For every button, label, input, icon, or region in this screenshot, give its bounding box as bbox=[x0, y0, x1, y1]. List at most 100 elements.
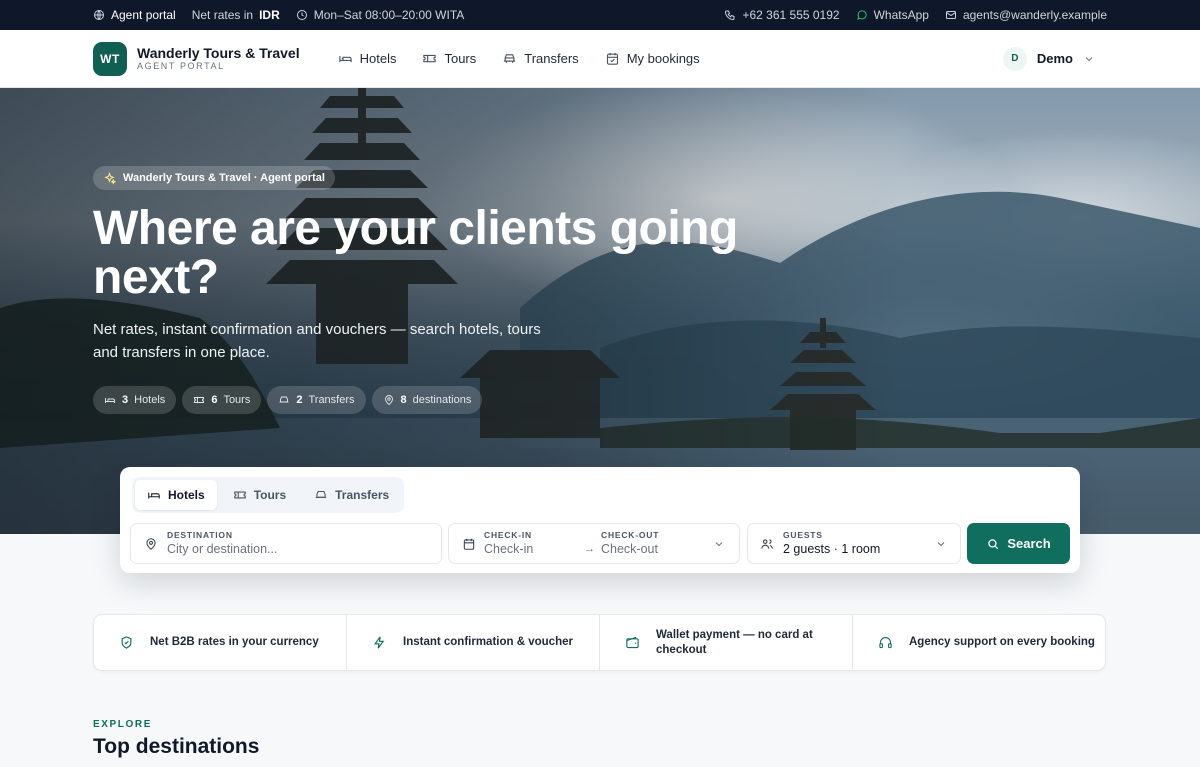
map-pin-icon bbox=[146, 537, 156, 550]
search-button[interactable]: Search bbox=[967, 523, 1070, 564]
phone-icon bbox=[725, 10, 735, 21]
hero-lead: Net rates, instant confirmation and vouc… bbox=[93, 321, 541, 361]
hero-pill-badge: Wanderly Tours & Travel · Agent portal bbox=[93, 166, 335, 190]
headset-icon bbox=[879, 637, 892, 649]
nav-transfers[interactable]: Transfers bbox=[502, 51, 579, 66]
feature-instant-confirmation: Instant confirmation & voucher bbox=[347, 615, 600, 670]
mail-icon bbox=[945, 11, 956, 19]
email-link[interactable]: agents@wanderly.example bbox=[945, 8, 1107, 22]
section-title: Top destinations bbox=[93, 735, 260, 758]
checkin-input[interactable]: Check-in bbox=[484, 541, 584, 557]
stat-label: Hotels bbox=[134, 394, 166, 406]
nav-my-bookings[interactable]: My bookings bbox=[605, 51, 700, 66]
stat-label: Tours bbox=[223, 394, 251, 406]
users-icon bbox=[761, 538, 773, 549]
brand-block[interactable]: Wanderly Tours & Travel AGENT PORTAL bbox=[137, 45, 300, 72]
destination-input[interactable]: City or destination... bbox=[167, 541, 277, 557]
feature-label: Wallet payment — no card at checkout bbox=[656, 628, 813, 656]
stat-count: 2 bbox=[296, 394, 303, 406]
nav-label: Hotels bbox=[359, 51, 397, 66]
feature-label: Agency support on every booking bbox=[909, 636, 1095, 648]
bed-icon bbox=[338, 56, 352, 63]
agent-portal-indicator: Agent portal bbox=[93, 8, 176, 22]
feature-label: Net B2B rates in your currency bbox=[150, 636, 319, 648]
feature-label: Instant confirmation & voucher bbox=[403, 636, 573, 648]
chevron-down-icon bbox=[715, 541, 723, 546]
tab-label: Tours bbox=[253, 488, 287, 502]
shield-check-icon bbox=[121, 636, 132, 649]
clock-icon bbox=[296, 10, 307, 20]
brand-subtitle: AGENT PORTAL bbox=[137, 61, 225, 71]
phone-text: +62 361 555 0192 bbox=[742, 8, 840, 22]
guests-label: GUESTS bbox=[783, 530, 823, 540]
whatsapp-link[interactable]: WhatsApp bbox=[856, 8, 929, 22]
date-range-field[interactable]: CHECK-IN Check-in → CHECK-OUT Check-out bbox=[448, 523, 740, 564]
stat-count: 3 bbox=[122, 394, 129, 406]
nav-label: My bookings bbox=[626, 51, 700, 66]
checkout-input[interactable]: Check-out bbox=[601, 541, 659, 557]
nav-hotels[interactable]: Hotels bbox=[338, 51, 397, 66]
hours-text: Mon–Sat 08:00–20:00 WITA bbox=[313, 8, 465, 22]
search-tabs: Hotels Tours Transfers bbox=[132, 477, 405, 513]
user-name: Demo bbox=[1036, 51, 1073, 66]
destination-field[interactable]: DESTINATION City or destination... bbox=[130, 523, 442, 564]
bed-icon bbox=[105, 398, 115, 403]
ticket-icon bbox=[233, 491, 246, 499]
car-icon bbox=[315, 490, 327, 498]
stat-label: Transfers bbox=[308, 394, 355, 406]
stat-label: destinations bbox=[412, 394, 472, 406]
lightning-icon bbox=[374, 636, 385, 649]
main-nav: Hotels Tours Transfers My bookings bbox=[338, 51, 700, 66]
checkin-label: CHECK-IN bbox=[484, 530, 532, 540]
business-hours: Mon–Sat 08:00–20:00 WITA bbox=[296, 8, 465, 22]
tab-transfers[interactable]: Transfers bbox=[302, 480, 401, 510]
avatar: D bbox=[1002, 46, 1027, 71]
destination-label: DESTINATION bbox=[167, 530, 233, 540]
ticket-icon bbox=[194, 397, 205, 403]
user-menu[interactable]: D Demo bbox=[1002, 46, 1095, 71]
tab-label: Transfers bbox=[335, 488, 390, 502]
wallet-icon bbox=[626, 636, 639, 649]
brand-logo[interactable]: WT bbox=[93, 41, 127, 76]
features-strip: Net B2B rates in your currency Instant c… bbox=[93, 614, 1106, 671]
car-icon bbox=[279, 396, 289, 403]
bed-icon bbox=[148, 492, 160, 499]
feature-net-rates: Net B2B rates in your currency bbox=[94, 615, 347, 670]
stat-count: 8 bbox=[400, 394, 407, 406]
chevron-down-icon bbox=[937, 541, 945, 546]
search-card: Hotels Tours Transfers DESTINATION City … bbox=[120, 467, 1080, 573]
portal-label: Agent portal bbox=[111, 8, 176, 22]
brand-name: Wanderly Tours & Travel bbox=[137, 45, 300, 61]
nav-tours[interactable]: Tours bbox=[422, 51, 476, 66]
tab-label: Hotels bbox=[168, 488, 205, 502]
email-text: agents@wanderly.example bbox=[962, 8, 1107, 22]
sparkles-icon bbox=[104, 171, 116, 185]
map-pin-icon bbox=[384, 395, 393, 406]
calendar-check-icon bbox=[606, 52, 618, 65]
stat-tours: 6 Tours bbox=[182, 386, 262, 414]
guests-field[interactable]: GUESTS 2 guests · 1 room bbox=[747, 523, 961, 564]
hero-stats: 3 Hotels 6 Tours 2 Transfers 8 destinati… bbox=[93, 386, 483, 414]
whatsapp-icon bbox=[856, 10, 867, 20]
search-button-label: Search bbox=[1007, 536, 1051, 551]
chevron-down-icon bbox=[1085, 56, 1093, 61]
nav-label: Tours bbox=[444, 51, 477, 66]
stat-count: 6 bbox=[211, 394, 218, 406]
tab-tours[interactable]: Tours bbox=[221, 480, 298, 510]
ticket-icon bbox=[423, 54, 437, 63]
feature-agency-support: Agency support on every booking bbox=[853, 615, 1105, 670]
search-icon bbox=[988, 538, 999, 549]
net-rates-indicator: Net rates in IDR bbox=[192, 8, 280, 22]
hero-title: Where are your clients going next? bbox=[93, 202, 738, 304]
currency-code: IDR bbox=[259, 8, 280, 22]
feature-wallet-payment: Wallet payment — no card at checkout bbox=[600, 615, 853, 670]
stat-transfers: 2 Transfers bbox=[267, 386, 366, 414]
whatsapp-text: WhatsApp bbox=[873, 8, 929, 22]
calendar-icon bbox=[463, 538, 475, 550]
nav-label: Transfers bbox=[524, 51, 579, 66]
pill-text: Wanderly Tours & Travel · Agent portal bbox=[123, 172, 325, 184]
guests-value: 2 guests · 1 room bbox=[783, 542, 881, 556]
net-rates-label: Net rates in bbox=[191, 8, 254, 22]
tab-hotels[interactable]: Hotels bbox=[135, 480, 217, 510]
phone-link[interactable]: +62 361 555 0192 bbox=[724, 8, 840, 22]
